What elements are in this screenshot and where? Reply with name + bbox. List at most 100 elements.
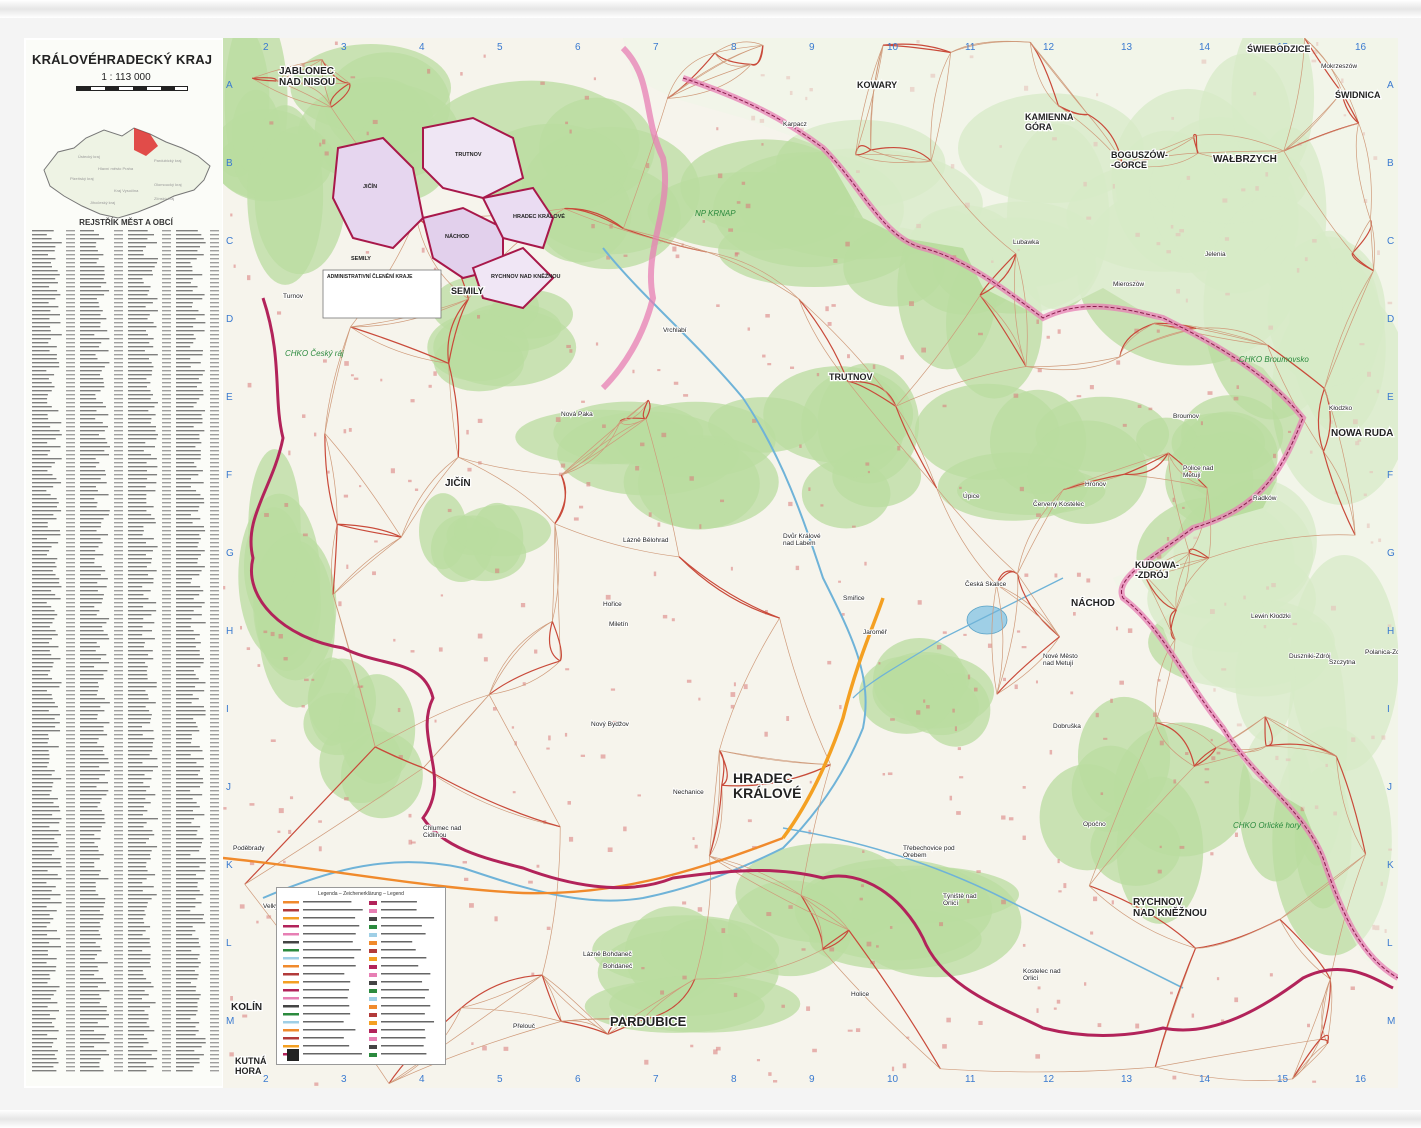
index-entry-grid-ref	[114, 610, 123, 612]
index-entry-name	[80, 378, 104, 380]
index-entry-grid-ref	[66, 398, 75, 400]
index-entry-name	[32, 514, 54, 516]
index-entry-name	[32, 1002, 58, 1004]
index-entry-name	[128, 1058, 158, 1060]
index-entry-grid-ref	[114, 742, 123, 744]
index-entry-grid-ref	[210, 926, 219, 928]
index-entry-name	[128, 826, 144, 828]
index-entry-name	[80, 606, 95, 608]
index-entry-name	[128, 258, 158, 260]
index-entry-name	[176, 262, 191, 264]
index-entry-grid-ref	[114, 530, 123, 532]
index-entry-name	[176, 774, 199, 776]
index-entry-name	[32, 594, 56, 596]
town-label: Miletín	[609, 621, 629, 628]
index-entry-grid-ref	[114, 842, 123, 844]
index-entry-name	[176, 758, 204, 760]
index-entry-name	[128, 662, 146, 664]
index-entry-grid-ref	[162, 522, 171, 524]
index-entry-name	[32, 866, 62, 868]
index-entry-grid-ref	[210, 726, 219, 728]
index-entry-grid-ref	[114, 298, 123, 300]
index-entry-grid-ref	[114, 990, 123, 992]
index-entry-grid-ref	[114, 762, 123, 764]
index-entry-grid-ref	[210, 482, 219, 484]
index-entry-name	[32, 826, 50, 828]
qr-code-icon	[287, 1049, 299, 1061]
index-entry-grid-ref	[66, 906, 75, 908]
index-entry-grid-ref	[210, 466, 219, 468]
index-entry-grid-ref	[210, 538, 219, 540]
index-entry-grid-ref	[210, 578, 219, 580]
index-entry-grid-ref	[66, 866, 75, 868]
index-entry-name	[80, 1042, 110, 1044]
index-entry-name	[128, 918, 144, 920]
index-entry-grid-ref	[66, 1066, 75, 1068]
index-entry-name	[80, 690, 98, 692]
index-entry-name	[80, 862, 95, 864]
index-entry-name	[80, 934, 101, 936]
grid-letter-right: M	[1387, 1016, 1395, 1027]
index-entry-grid-ref	[66, 506, 75, 508]
index-entry-name	[128, 838, 149, 840]
legend-text	[381, 917, 435, 919]
index-entry-grid-ref	[162, 898, 171, 900]
index-entry-grid-ref	[66, 934, 75, 936]
index-entry-grid-ref	[210, 442, 219, 444]
index-entry-grid-ref	[66, 590, 75, 592]
index-entry-grid-ref	[162, 962, 171, 964]
index-entry-name	[80, 822, 106, 824]
grid-number-top: 12	[1043, 42, 1055, 53]
index-entry-name	[32, 646, 59, 648]
index-entry-grid-ref	[210, 562, 219, 564]
index-entry-name	[176, 778, 203, 780]
index-entry-grid-ref	[66, 1010, 75, 1012]
index-entry-name	[176, 822, 192, 824]
index-entry-grid-ref	[114, 958, 123, 960]
index-entry-grid-ref	[210, 514, 219, 516]
index-entry-grid-ref	[162, 538, 171, 540]
index-entry-name	[80, 962, 108, 964]
index-entry-name	[80, 762, 109, 764]
index-entry-name	[80, 394, 96, 396]
index-entry-grid-ref	[114, 962, 123, 964]
index-entry-grid-ref	[210, 270, 219, 272]
legend-swatch	[369, 957, 377, 961]
index-entry-name	[80, 1014, 109, 1016]
index-entry-grid-ref	[66, 406, 75, 408]
index-entry-grid-ref	[114, 514, 123, 516]
index-entry-name	[128, 706, 146, 708]
index-entry-name	[32, 758, 50, 760]
index-entry-name	[80, 506, 97, 508]
legend-symbols	[283, 901, 435, 1061]
index-entry-grid-ref	[66, 426, 75, 428]
index-entry-grid-ref	[114, 450, 123, 452]
index-entry-name	[32, 934, 48, 936]
index-entry-grid-ref	[210, 990, 219, 992]
index-entry-name	[32, 238, 52, 240]
index-entry-name	[176, 686, 196, 688]
index-entry-grid-ref	[114, 558, 123, 560]
index-entry-grid-ref	[210, 682, 219, 684]
index-entry-grid-ref	[114, 830, 123, 832]
index-entry-grid-ref	[210, 802, 219, 804]
index-entry-grid-ref	[114, 482, 123, 484]
index-entry-name	[128, 434, 158, 436]
index-entry-grid-ref	[210, 474, 219, 476]
index-entry-grid-ref	[162, 278, 171, 280]
index-entry-name	[128, 598, 149, 600]
index-entry-grid-ref	[162, 450, 171, 452]
index-entry-name	[176, 522, 193, 524]
index-entry-name	[176, 902, 202, 904]
grid-letter-right: D	[1387, 314, 1394, 325]
index-entry-grid-ref	[162, 1030, 171, 1032]
legend-swatch	[369, 973, 377, 977]
index-entry-grid-ref	[162, 702, 171, 704]
index-entry-grid-ref	[66, 730, 75, 732]
index-entry-grid-ref	[66, 814, 75, 816]
index-entry-name	[128, 718, 151, 720]
index-entry-name	[176, 926, 193, 928]
index-entry-name	[176, 1014, 197, 1016]
index-entry-grid-ref	[114, 422, 123, 424]
index-entry-name	[32, 442, 48, 444]
